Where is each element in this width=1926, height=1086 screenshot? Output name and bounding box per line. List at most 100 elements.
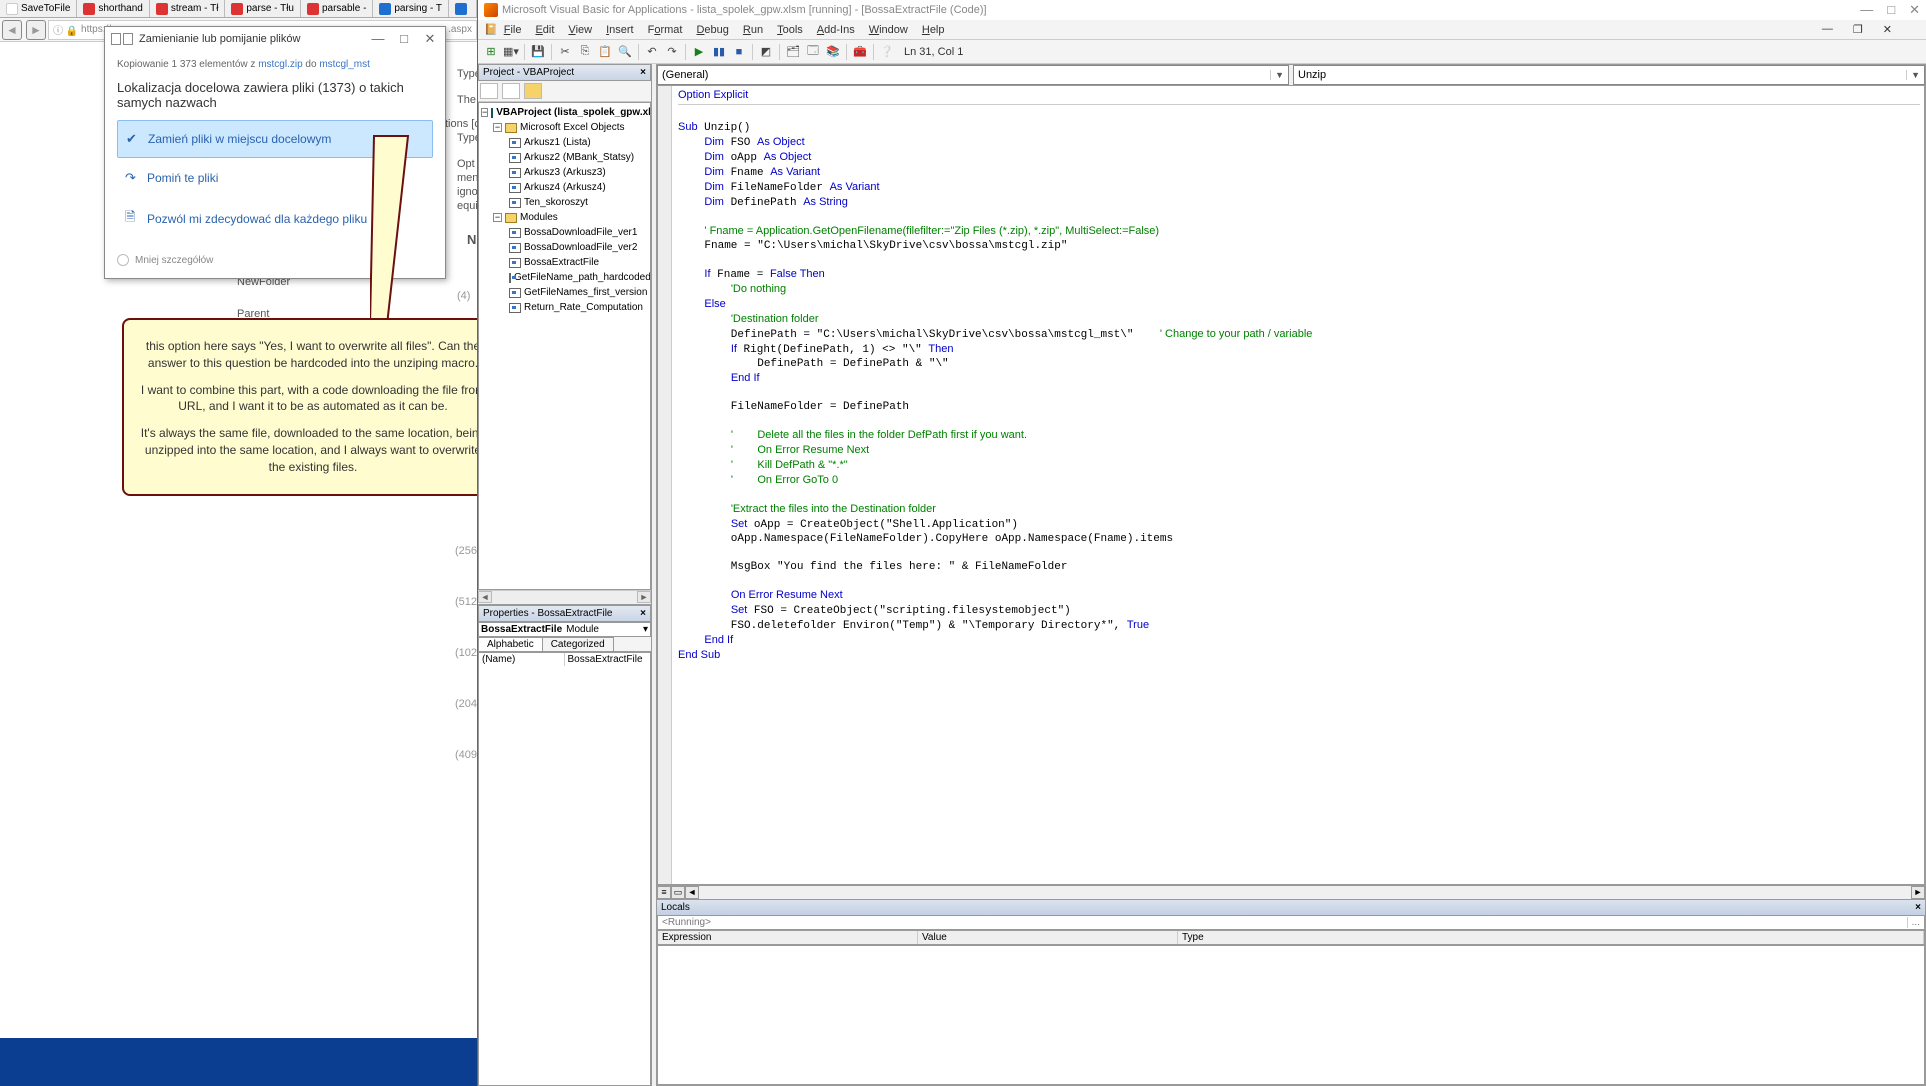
excel-icon[interactable]: ⊞ bbox=[482, 43, 500, 61]
help-icon[interactable]: ❔ bbox=[878, 43, 896, 61]
back-button[interactable]: ◄ bbox=[2, 20, 22, 40]
menu-debug[interactable]: Debug bbox=[696, 24, 728, 36]
design-mode-icon[interactable]: ◩ bbox=[757, 43, 775, 61]
code-text[interactable]: Option Explicit Sub Unzip() Dim FSO As O… bbox=[674, 86, 1924, 665]
copy-icon[interactable]: ⎘ bbox=[576, 43, 594, 61]
context-menu-icon[interactable]: ... bbox=[1907, 917, 1920, 928]
col-value[interactable]: Value bbox=[918, 931, 1178, 944]
procedure-dropdown[interactable]: Unzip▼ bbox=[1293, 65, 1925, 85]
tree-sheet[interactable]: Arkusz2 (MBank_Statsy) bbox=[524, 150, 634, 165]
object-dropdown[interactable]: (General)▼ bbox=[657, 65, 1289, 85]
tree-module[interactable]: BossaExtractFile bbox=[524, 255, 599, 270]
code-editor[interactable]: Option Explicit Sub Unzip() Dim FSO As O… bbox=[657, 85, 1925, 885]
tree-sheet[interactable]: Ten_skoroszyt bbox=[524, 195, 588, 210]
vba-titlebar[interactable]: Microsoft Visual Basic for Applications … bbox=[478, 0, 1926, 20]
save-icon[interactable]: 💾 bbox=[529, 43, 547, 61]
view-code-icon[interactable] bbox=[480, 83, 498, 99]
full-module-view-icon[interactable]: ▭ bbox=[671, 886, 685, 899]
col-expression[interactable]: Expression bbox=[658, 931, 918, 944]
col-type[interactable]: Type bbox=[1178, 931, 1924, 944]
view-object-icon[interactable] bbox=[502, 83, 520, 99]
project-explorer-title[interactable]: Project - VBAProject × bbox=[478, 64, 651, 81]
stop-icon[interactable]: ■ bbox=[730, 43, 748, 61]
mdi-restore-button[interactable]: ❐ bbox=[1853, 23, 1863, 36]
tree-sheet[interactable]: Arkusz4 (Arkusz4) bbox=[524, 180, 606, 195]
locals-context-dropdown[interactable]: <Running> ... bbox=[657, 915, 1925, 930]
tab-categorized[interactable]: Categorized bbox=[542, 637, 614, 651]
panel-close-icon[interactable]: × bbox=[640, 67, 646, 78]
browser-tab[interactable]: parsable - bbox=[301, 0, 373, 17]
project-tree[interactable]: −VBAProject (lista_spolek_gpw.xls −Micro… bbox=[478, 102, 651, 590]
project-hscrollbar[interactable]: ◄► bbox=[478, 590, 651, 604]
object-browser-icon[interactable]: 📚 bbox=[824, 43, 842, 61]
code-hscrollbar[interactable] bbox=[699, 886, 1911, 899]
redo-icon[interactable]: ↷ bbox=[663, 43, 681, 61]
tree-module[interactable]: GetFileName_path_hardcoded bbox=[514, 270, 651, 285]
close-button[interactable]: ✕ bbox=[1909, 2, 1920, 18]
prop-value[interactable]: BossaExtractFile bbox=[565, 653, 651, 666]
replace-files-option[interactable]: ✔ Zamień pliki w miejscu docelowym bbox=[117, 120, 433, 158]
forward-button[interactable]: ► bbox=[26, 20, 46, 40]
menu-addins[interactable]: Add-Ins bbox=[817, 24, 855, 36]
maximize-button[interactable]: □ bbox=[1887, 2, 1895, 18]
menu-view[interactable]: View bbox=[568, 24, 592, 36]
cut-icon[interactable]: ✂ bbox=[556, 43, 574, 61]
find-icon[interactable]: 🔍 bbox=[616, 43, 634, 61]
more-details-toggle[interactable]: Mniej szczegółów bbox=[117, 254, 433, 266]
panel-close-icon[interactable]: × bbox=[640, 608, 646, 619]
hscroll-left-icon[interactable]: ◄ bbox=[685, 886, 699, 899]
project-root[interactable]: VBAProject (lista_spolek_gpw.xls bbox=[496, 105, 651, 120]
browser-tab[interactable]: stream - Tł bbox=[150, 0, 226, 17]
browser-tab[interactable]: parsing - T bbox=[373, 0, 449, 17]
menu-format[interactable]: Format bbox=[648, 24, 683, 36]
tree-folder[interactable]: Modules bbox=[520, 210, 558, 225]
menu-help[interactable]: Help bbox=[922, 24, 945, 36]
tab-alphabetic[interactable]: Alphabetic bbox=[478, 637, 543, 651]
browser-tab[interactable]: shorthand bbox=[77, 0, 149, 17]
tree-folder[interactable]: Microsoft Excel Objects bbox=[520, 120, 624, 135]
close-button[interactable]: ✕ bbox=[421, 31, 439, 47]
decide-each-option[interactable]: 🗎 Pozwól mi zdecydować dla każdego pliku bbox=[117, 198, 433, 240]
menu-window[interactable]: Window bbox=[869, 24, 908, 36]
browser-tab[interactable] bbox=[449, 0, 477, 17]
toolbox-icon[interactable]: 🧰 bbox=[851, 43, 869, 61]
properties-icon[interactable]: 🗔 bbox=[804, 43, 822, 61]
menu-insert[interactable]: Insert bbox=[606, 24, 634, 36]
tree-sheet[interactable]: Arkusz3 (Arkusz3) bbox=[524, 165, 606, 180]
insert-dropdown-icon[interactable]: ▦▾ bbox=[502, 43, 520, 61]
mdi-minimize-button[interactable]: — bbox=[1822, 23, 1833, 36]
tree-sheet[interactable]: Arkusz1 (Lista) bbox=[524, 135, 591, 150]
paste-icon[interactable]: 📋 bbox=[596, 43, 614, 61]
menu-run[interactable]: Run bbox=[743, 24, 763, 36]
browser-tab[interactable]: parse - Tłu bbox=[225, 0, 301, 17]
dialog-titlebar[interactable]: Zamienianie lub pomijanie plików — □ ✕ bbox=[105, 27, 445, 51]
minimize-button[interactable]: — bbox=[369, 31, 387, 47]
properties-title[interactable]: Properties - BossaExtractFile × bbox=[478, 605, 651, 622]
properties-object-select[interactable]: BossaExtractFile Module ▾ bbox=[478, 622, 651, 637]
locals-grid[interactable] bbox=[657, 945, 1925, 1085]
mdi-close-button[interactable]: ✕ bbox=[1883, 23, 1892, 36]
menu-tools[interactable]: Tools bbox=[777, 24, 803, 36]
undo-icon[interactable]: ↶ bbox=[643, 43, 661, 61]
source-link[interactable]: mstcgl.zip bbox=[258, 59, 302, 70]
procedure-view-icon[interactable]: ≡ bbox=[657, 886, 671, 899]
properties-grid[interactable]: (Name) BossaExtractFile bbox=[478, 652, 651, 1086]
panel-close-icon[interactable]: × bbox=[1915, 902, 1921, 913]
tree-module[interactable]: Return_Rate_Computation bbox=[524, 300, 643, 315]
locals-titlebar[interactable]: Locals × bbox=[657, 900, 1925, 915]
hscroll-right-icon[interactable]: ► bbox=[1911, 886, 1925, 899]
maximize-button[interactable]: □ bbox=[395, 31, 413, 47]
tree-module[interactable]: BossaDownloadFile_ver1 bbox=[524, 225, 637, 240]
tree-module[interactable]: GetFileNames_first_version bbox=[524, 285, 647, 300]
run-icon[interactable]: ▶ bbox=[690, 43, 708, 61]
minimize-button[interactable]: — bbox=[1860, 2, 1873, 18]
toggle-folders-icon[interactable] bbox=[524, 83, 542, 99]
dest-link[interactable]: mstcgl_mst bbox=[319, 59, 370, 70]
pause-icon[interactable]: ▮▮ bbox=[710, 43, 728, 61]
skip-files-option[interactable]: ↷ Pomiń te pliki bbox=[117, 160, 433, 196]
menu-edit[interactable]: Edit bbox=[535, 24, 554, 36]
browser-tab[interactable]: SaveToFile bbox=[0, 0, 77, 17]
project-explorer-icon[interactable]: 🗂 bbox=[784, 43, 802, 61]
menu-file[interactable]: File bbox=[504, 24, 522, 36]
tree-module[interactable]: BossaDownloadFile_ver2 bbox=[524, 240, 637, 255]
